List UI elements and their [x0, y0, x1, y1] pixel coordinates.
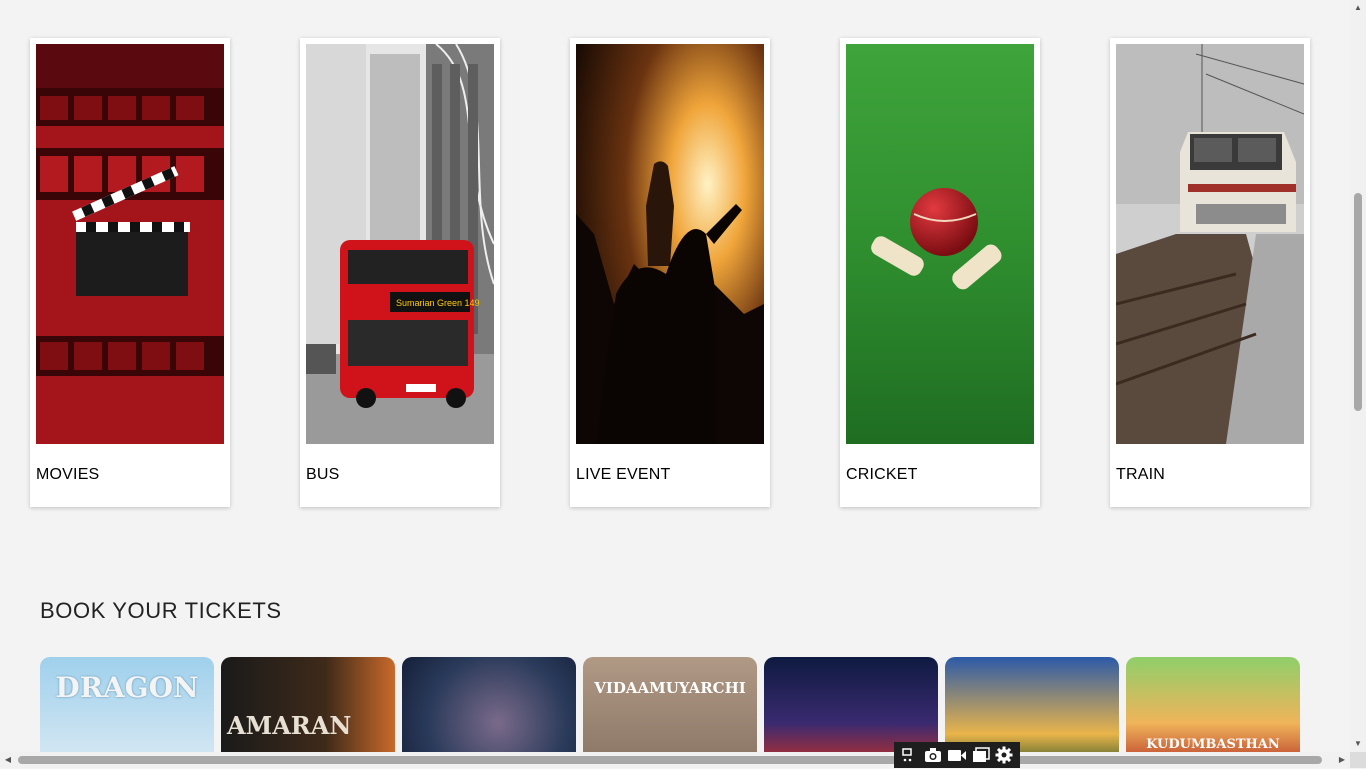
category-card-bus[interactable]: Sumarian Green 149 BUS	[300, 38, 500, 507]
section-title: BOOK YOUR TICKETS	[40, 598, 282, 623]
scroll-right-arrow-icon[interactable]: ▶	[1334, 752, 1350, 768]
snip-icon[interactable]	[900, 746, 920, 764]
scroll-up-arrow-icon[interactable]: ▲	[1350, 0, 1366, 16]
cricket-image	[846, 44, 1034, 444]
gear-icon[interactable]	[994, 746, 1014, 764]
scrollbar-corner	[1350, 752, 1366, 768]
svg-text:Sumarian Green 149: Sumarian Green 149	[396, 298, 480, 308]
video-icon[interactable]	[947, 746, 967, 764]
window-icon[interactable]	[971, 746, 991, 764]
event-poster-concert[interactable]	[402, 657, 576, 752]
bus-poster[interactable]	[945, 657, 1119, 752]
poster-title: DRAGON	[55, 671, 199, 704]
category-label: BUS	[306, 466, 340, 483]
poster-title: AMARAN	[227, 711, 352, 740]
horizontal-scrollbar[interactable]: ◀ ▶	[0, 752, 1350, 768]
category-card-train[interactable]: TRAIN	[1110, 38, 1310, 507]
bus-image: Sumarian Green 149	[306, 44, 494, 444]
capture-toolbar	[894, 742, 1020, 768]
category-card-cricket[interactable]: CRICKET	[840, 38, 1040, 507]
poster-title: KUDUMBASTHAN	[1146, 737, 1280, 752]
horizontal-scroll-thumb[interactable]	[18, 756, 1322, 764]
category-label: LIVE EVENT	[576, 466, 671, 483]
camera-icon[interactable]	[923, 746, 943, 764]
movies-image	[36, 44, 224, 444]
category-label: CRICKET	[846, 466, 918, 483]
movie-poster-kudumbasthan[interactable]: KUDUMBASTHAN	[1126, 657, 1300, 752]
live-event-image	[576, 44, 764, 444]
movie-poster-amaran[interactable]: AMARAN	[221, 657, 395, 752]
category-label: TRAIN	[1116, 466, 1165, 483]
scroll-down-arrow-icon[interactable]: ▼	[1350, 736, 1366, 752]
category-card-movies[interactable]: MOVIES	[30, 38, 230, 507]
scroll-left-arrow-icon[interactable]: ◀	[0, 752, 16, 768]
vertical-scrollbar[interactable]: ▲ ▼	[1350, 0, 1366, 752]
event-poster-stage[interactable]	[764, 657, 938, 752]
category-label: MOVIES	[36, 466, 100, 483]
poster-title: VIDAAMUYARCHI	[594, 679, 746, 697]
page: MOVIES Sumarian Green 149 BUS LIVE EVENT…	[0, 0, 1350, 752]
category-card-live-event[interactable]: LIVE EVENT	[570, 38, 770, 507]
vertical-scroll-thumb[interactable]	[1354, 193, 1362, 411]
train-image	[1116, 44, 1304, 444]
movie-poster-dragon[interactable]: DRAGON	[40, 657, 214, 752]
movie-poster-vidaamuyarchi[interactable]: VIDAAMUYARCHI	[583, 657, 757, 752]
